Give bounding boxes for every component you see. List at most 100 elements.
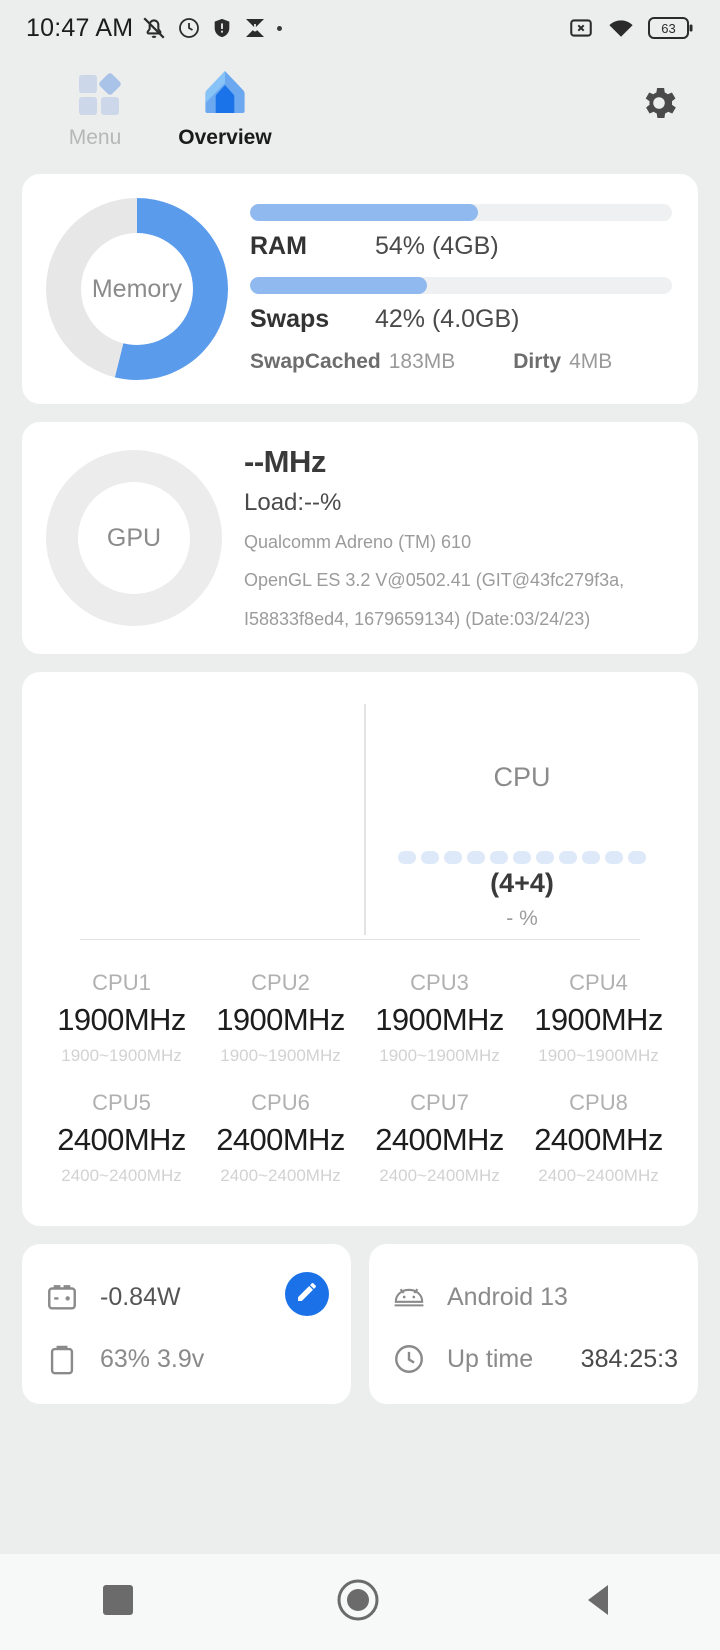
cpu-core-item[interactable]: CPU7 2400MHz 2400~2400MHz xyxy=(360,1090,519,1186)
cpu-core-item[interactable]: CPU8 2400MHz 2400~2400MHz xyxy=(519,1090,678,1186)
cpu-load-pill xyxy=(559,851,577,864)
core-range: 1900~1900MHz xyxy=(538,1046,659,1065)
settings-button[interactable] xyxy=(638,82,680,129)
battery-status-icon xyxy=(42,1342,82,1376)
tab-overview-label: Overview xyxy=(178,126,272,149)
ram-row: RAM 54% (4GB) xyxy=(250,232,672,261)
grid-menu-icon xyxy=(67,64,123,120)
top-tab-bar: Menu Overview xyxy=(0,56,720,174)
core-frequency: 2400MHz xyxy=(216,1122,345,1157)
battery-icon: 63 xyxy=(648,15,694,41)
gpu-version-line-2: I58833f8ed4, 1679659134) (Date:03/24/23) xyxy=(244,608,591,629)
swaps-progress-fill xyxy=(250,277,428,294)
edit-button[interactable] xyxy=(285,1272,329,1316)
android-icon xyxy=(389,1282,429,1312)
shield-icon xyxy=(211,16,233,40)
cpu-load-percent: - % xyxy=(506,907,538,930)
alarm-clock-icon xyxy=(177,16,201,40)
swaps-label: Swaps xyxy=(250,305,330,333)
swaps-progress-bar xyxy=(250,277,672,294)
uptime-label: Up time xyxy=(447,1344,534,1373)
battery-power-value: -0.84W xyxy=(100,1282,181,1311)
cpu-load-pill xyxy=(605,851,623,864)
cpu-load-pill xyxy=(536,851,554,864)
cpu-core-grid: CPU1 1900MHz 1900~1900MHz CPU2 1900MHz 1… xyxy=(42,970,678,1186)
recents-button[interactable] xyxy=(101,1583,135,1622)
android-version-value: Android 13 xyxy=(447,1282,568,1311)
core-name: CPU1 xyxy=(92,970,151,995)
cpu-load-pill xyxy=(513,851,531,864)
core-range: 2400~2400MHz xyxy=(220,1166,341,1185)
core-name: CPU6 xyxy=(251,1090,310,1115)
gpu-frequency: --MHz xyxy=(244,444,326,480)
ram-value: 54% (4GB) xyxy=(375,232,499,260)
memory-card[interactable]: Memory RAM 54% (4GB) Swaps 42% (4.0GB) S… xyxy=(22,174,698,404)
dot-icon xyxy=(277,25,283,31)
battery-level-text: 63 xyxy=(661,21,675,36)
core-frequency: 1900MHz xyxy=(375,1002,504,1037)
cpu-load-pill xyxy=(421,851,439,864)
system-card[interactable]: Android 13 Up time 384:25:3 xyxy=(369,1244,698,1404)
cpu-title: CPU xyxy=(493,762,551,792)
cpu-core-item[interactable]: CPU6 2400MHz 2400~2400MHz xyxy=(201,1090,360,1186)
core-frequency: 2400MHz xyxy=(534,1122,663,1157)
cpu-summary-right: CPU (4+4) - % xyxy=(366,690,678,935)
cpu-card[interactable]: CPU (4+4) - % CPU1 1900MHz 1900~1900MHz … xyxy=(22,672,698,1226)
dirty-value: 4MB xyxy=(569,350,613,373)
bottom-cards-row: -0.84W 63% 3.9v Android 13 Up time 384:2… xyxy=(22,1244,698,1404)
status-bar-notification-icons xyxy=(141,15,283,41)
dirty-label: Dirty xyxy=(513,350,562,373)
gpu-card[interactable]: GPU --MHz Load:--% Qualcomm Adreno (TM) … xyxy=(22,422,698,654)
cpu-load-pill xyxy=(490,851,508,864)
core-name: CPU2 xyxy=(251,970,310,995)
gpu-donut-chart: GPU xyxy=(46,450,222,626)
core-range: 1900~1900MHz xyxy=(61,1046,182,1065)
cpu-core-item[interactable]: CPU1 1900MHz 1900~1900MHz xyxy=(42,970,201,1066)
circle-icon xyxy=(337,1579,379,1626)
core-range: 1900~1900MHz xyxy=(220,1046,341,1065)
core-name: CPU7 xyxy=(410,1090,469,1115)
gpu-stats: --MHz Load:--% Qualcomm Adreno (TM) 610 … xyxy=(222,444,678,631)
uptime-row: Up time 384:25:3 xyxy=(389,1328,678,1390)
memory-donut-label: Memory xyxy=(91,274,183,303)
gear-icon xyxy=(638,87,680,128)
battery-card[interactable]: -0.84W 63% 3.9v xyxy=(22,1244,351,1404)
core-name: CPU3 xyxy=(410,970,469,995)
cpu-core-item[interactable]: CPU3 1900MHz 1900~1900MHz xyxy=(360,970,519,1066)
pencil-icon xyxy=(295,1280,319,1309)
cpu-load-pill xyxy=(444,851,462,864)
core-frequency: 2400MHz xyxy=(57,1122,186,1157)
app-screen: 10:47 AM 63 Menu Overview Memory RAM 54%… xyxy=(0,0,720,1650)
battery-status-row: 63% 3.9v xyxy=(42,1328,331,1390)
clock-icon xyxy=(389,1342,429,1376)
core-range: 1900~1900MHz xyxy=(379,1046,500,1065)
home-icon xyxy=(196,64,254,120)
core-name: CPU8 xyxy=(569,1090,628,1115)
ram-progress-bar xyxy=(250,204,672,221)
status-bar-time: 10:47 AM xyxy=(26,13,134,42)
android-version-row: Android 13 xyxy=(389,1266,678,1328)
tab-menu-label: Menu xyxy=(68,126,122,149)
status-bar: 10:47 AM 63 xyxy=(0,0,720,56)
tab-overview[interactable]: Overview xyxy=(160,64,290,150)
swapcached-value: 183MB xyxy=(388,350,456,373)
cpu-load-pills xyxy=(398,851,646,864)
cpu-load-pill xyxy=(582,851,600,864)
wifi-icon xyxy=(607,16,635,40)
cpu-load-pill xyxy=(467,851,485,864)
tab-menu[interactable]: Menu xyxy=(30,64,160,150)
core-frequency: 1900MHz xyxy=(534,1002,663,1037)
cpu-summary: CPU (4+4) - % xyxy=(42,690,678,935)
cpu-core-item[interactable]: CPU5 2400MHz 2400~2400MHz xyxy=(42,1090,201,1186)
cpu-core-item[interactable]: CPU4 1900MHz 1900~1900MHz xyxy=(519,970,678,1066)
home-button[interactable] xyxy=(337,1579,379,1626)
gpu-renderer: Qualcomm Adreno (TM) 610 xyxy=(244,532,472,553)
battery-status-value: 63% 3.9v xyxy=(100,1344,205,1373)
cpu-core-item[interactable]: CPU2 1900MHz 1900~1900MHz xyxy=(201,970,360,1066)
back-button[interactable] xyxy=(581,1581,619,1624)
core-frequency: 1900MHz xyxy=(216,1002,345,1037)
core-frequency: 2400MHz xyxy=(375,1122,504,1157)
uptime-value: 384:25:3 xyxy=(580,1344,678,1373)
core-frequency: 1900MHz xyxy=(57,1002,186,1037)
core-range: 2400~2400MHz xyxy=(61,1166,182,1185)
